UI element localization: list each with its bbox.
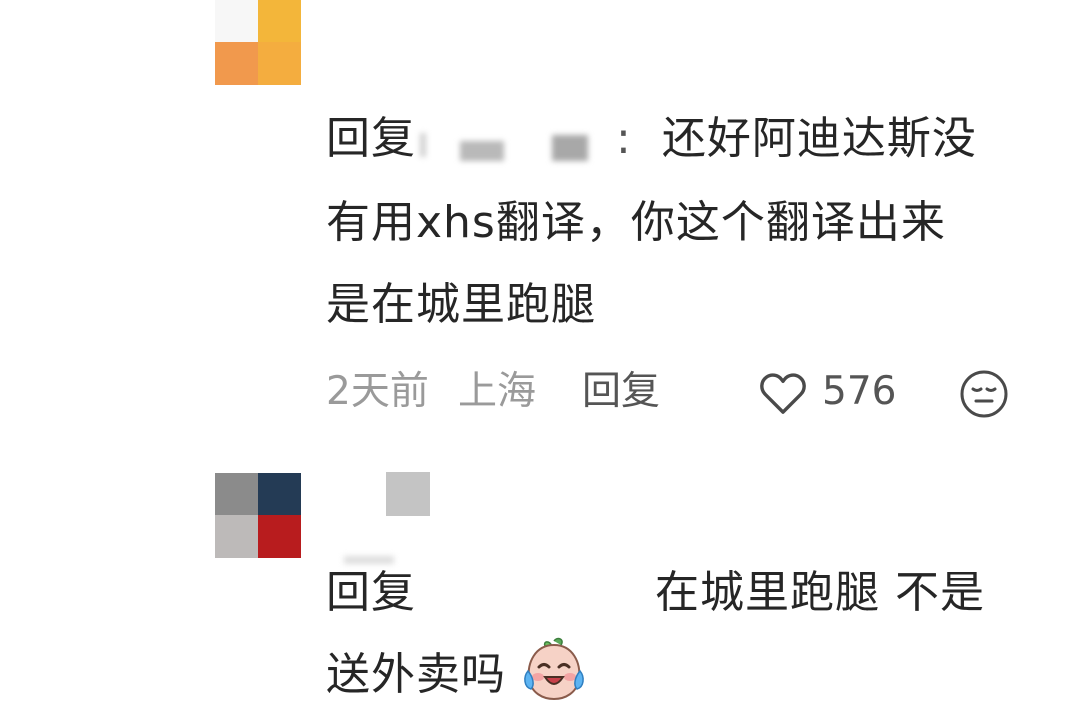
neutral-face-icon[interactable] — [958, 368, 1010, 420]
crying-laughing-emoji — [524, 637, 584, 701]
heart-icon — [760, 373, 806, 414]
redacted-username[interactable] — [386, 472, 430, 516]
reply-button[interactable]: 回复 — [582, 364, 660, 420]
avatar[interactable] — [215, 473, 301, 558]
comment-line-2: 有用xhs翻译，你这个翻译出来 — [326, 197, 946, 248]
like-count: 576 — [822, 369, 897, 414]
comment-line-3: 是在城里跑腿 — [326, 279, 596, 330]
reply-prefix: 回复 — [326, 113, 416, 164]
location: 上海 — [458, 369, 537, 414]
redacted-username[interactable] — [416, 115, 616, 161]
comment-text: 送外卖吗 — [326, 649, 506, 700]
colon: : — [616, 113, 632, 164]
like-button[interactable]: 576 — [756, 362, 916, 422]
comment-line-1: 在城里跑腿 不是 — [655, 567, 985, 618]
comment-line-1: 还好阿迪达斯没 — [661, 113, 977, 164]
comment-text: 回复 : 还好阿迪达斯没 — [326, 96, 977, 182]
avatar[interactable] — [215, 0, 301, 85]
timestamp: 2天前 — [326, 369, 429, 414]
comment-line-2: 送外卖吗 — [326, 632, 585, 718]
reply-prefix: 回复 — [326, 567, 416, 618]
